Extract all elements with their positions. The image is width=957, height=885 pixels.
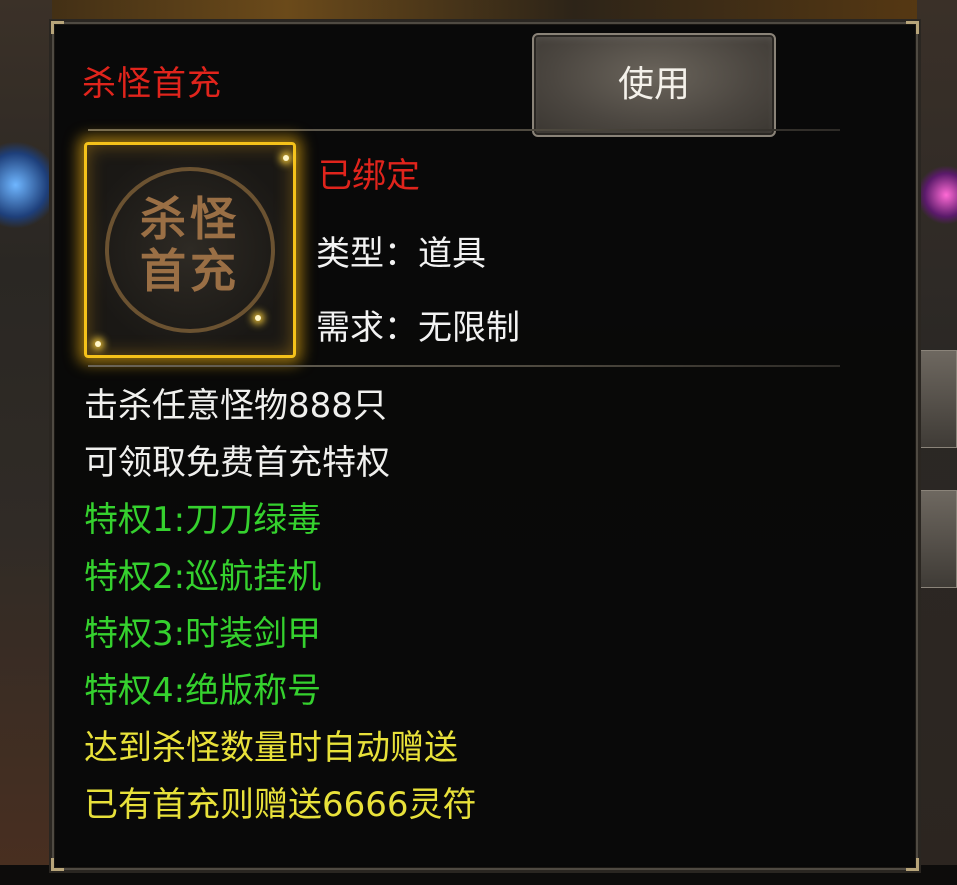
header-divider — [88, 129, 840, 131]
tooltip-corner-top-left — [51, 21, 64, 34]
use-button[interactable]: 使用 — [532, 33, 776, 137]
bound-status: 已绑定 — [318, 156, 420, 196]
right-side-button-2[interactable] — [919, 490, 957, 588]
left-item-glow — [0, 140, 52, 230]
icon-glyph-line-2: 首充 — [140, 244, 240, 298]
icon-spark — [255, 315, 261, 321]
right-side-button-1[interactable] — [919, 350, 957, 448]
item-tooltip: 杀怪首充 使用 杀怪 首充 已绑定 类型：道具 需求：无限制 击杀任意怪物888… — [51, 21, 919, 871]
item-name: 杀怪首充 — [82, 64, 222, 104]
description-divider — [88, 365, 840, 367]
description-line: 击杀任意怪物888只 — [84, 386, 387, 426]
item-icon: 杀怪 首充 — [84, 142, 296, 358]
privilege-line: 特权2:巡航挂机 — [84, 557, 322, 597]
privilege-line: 特权3:时装剑甲 — [84, 614, 322, 654]
note-line: 达到杀怪数量时自动赠送 — [84, 728, 458, 768]
tooltip-corner-bottom-right — [906, 858, 919, 871]
privilege-line: 特权4:绝版称号 — [84, 671, 322, 711]
note-line: 已有首充则赠送6666灵符 — [84, 785, 477, 825]
privilege-line: 特权1:刀刀绿毒 — [84, 500, 322, 540]
description-line: 可领取免费首充特权 — [84, 443, 390, 483]
icon-spark — [283, 155, 289, 161]
right-item-glow — [921, 165, 957, 225]
left-sidebar-background — [0, 0, 52, 885]
item-requirement: 需求：无限制 — [316, 308, 520, 348]
tooltip-corner-top-right — [906, 21, 919, 34]
icon-glyph-line-1: 杀怪 — [140, 192, 240, 246]
top-item-strip — [0, 0, 957, 22]
icon-glyph-text: 杀怪 首充 — [87, 193, 293, 297]
icon-spark — [95, 341, 101, 347]
tooltip-corner-bottom-left — [51, 858, 64, 871]
item-type: 类型：道具 — [316, 234, 486, 274]
